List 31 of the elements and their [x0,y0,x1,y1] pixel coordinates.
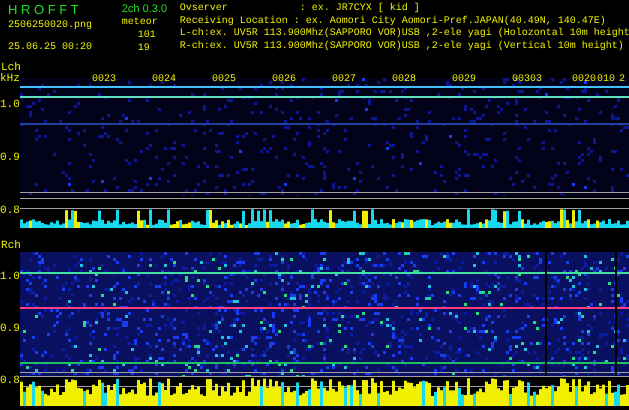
info-line: L-ch:ex. UV5R 113.900Mhz(SAPPORO VOR)USB ,2-ele yagi (Holozontal 10m height [180,28,629,40]
app-title: H R O F F T [8,3,80,17]
axis-label: 1.0 [0,100,20,111]
channel-label: Rch [0,240,22,252]
axis-label: 0.8 [0,376,20,387]
info-line: Receiving Location : ex. Aomori City Aomori-Pref.JAPAN(40.49N, 140.47E) [180,16,607,28]
axis-label: 1.0 [0,272,20,283]
axis-label: 0.9 [0,324,20,335]
time-label: 0028 [392,74,418,86]
rch-count: 19 [136,42,151,55]
time-label: 0025 [212,74,238,86]
channel-label: Lch [0,63,22,74]
file-name: 2506250020.png [8,19,94,33]
time-label: 0029 [452,74,478,86]
time-label: 010 [597,74,616,86]
lch-count: 101 [136,29,157,42]
mode-label: meteor [122,16,159,29]
time-label: 0020 [572,74,597,86]
time-label: 0024 [152,74,178,86]
time-label: 00303 [512,74,544,86]
time-label: 0026 [272,74,298,86]
unit-label: kHz [0,74,20,85]
version-label: 2ch 0.3.0 [122,3,168,16]
time-label: 0023 [92,74,118,86]
time-label: 0027 [332,74,358,86]
info-line: Ovserver : ex. JR7CYX [ kid ] [180,3,421,16]
axis-label: 0.8 [0,206,20,217]
time-label: 2 [619,74,626,86]
axis-label: 0.9 [0,153,20,164]
info-line: R-ch:ex. UV5R 113.900Mhz(SAPPORO VOR)USB ,2-ele yagi (Vertical 10m height) [180,40,625,53]
date-time: 25.06.25 00:20 [8,41,94,55]
